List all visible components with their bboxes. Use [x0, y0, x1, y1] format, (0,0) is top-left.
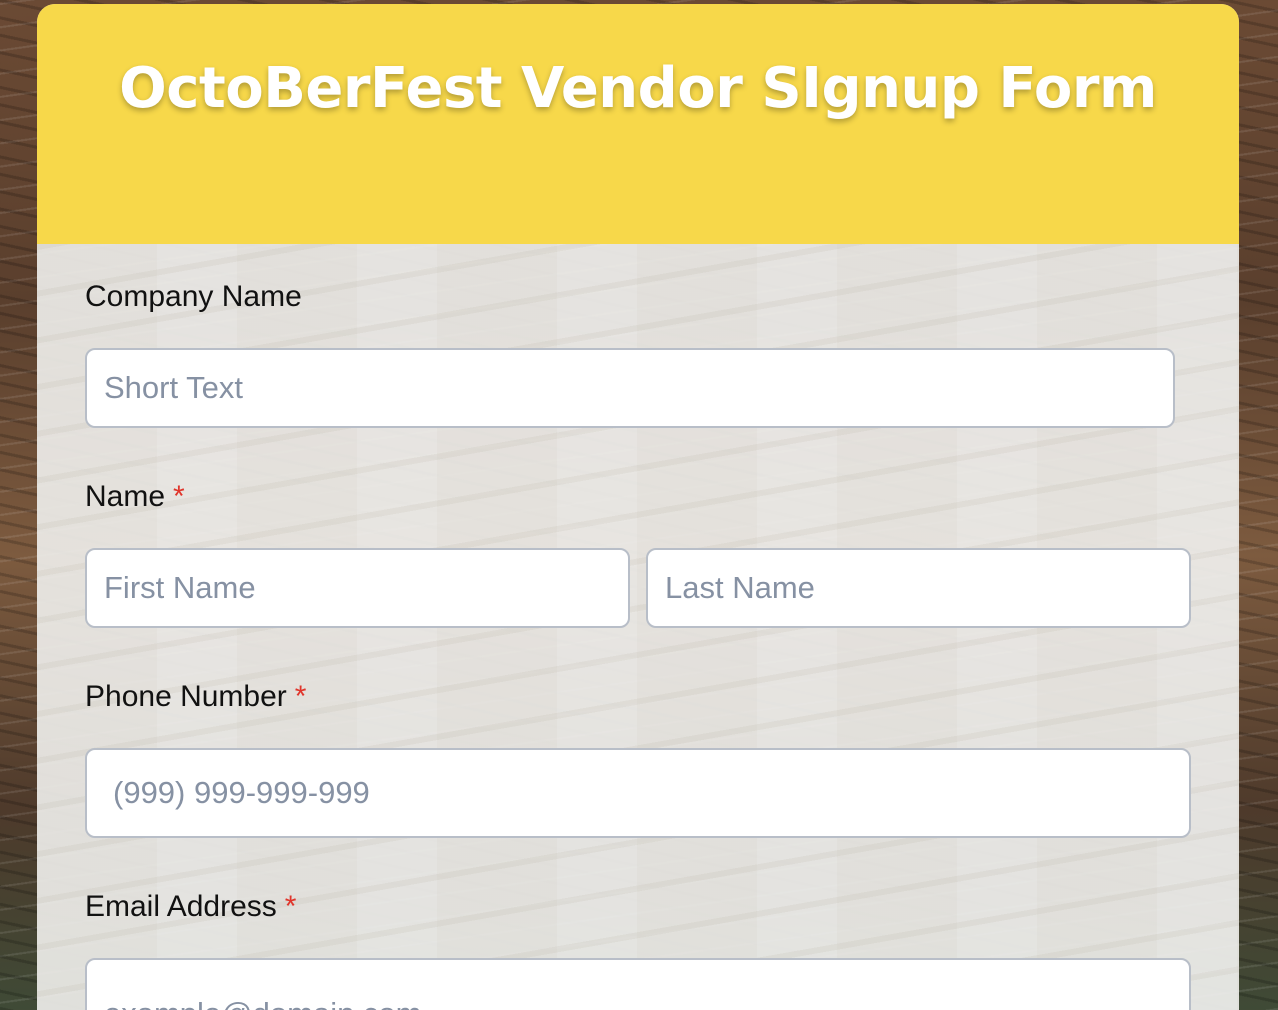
- form-card: OctoBerFest Vendor SIgnup Form Company N…: [37, 4, 1239, 1010]
- email-required-marker: *: [284, 890, 297, 923]
- phone-label-text: Phone Number: [85, 680, 287, 713]
- company-name-input[interactable]: [85, 348, 1175, 428]
- name-required-marker: *: [173, 480, 185, 513]
- email-input[interactable]: [85, 958, 1191, 1010]
- phone-label: Phone Number *: [85, 680, 306, 714]
- name-label: Name *: [85, 480, 185, 514]
- email-label-text: Email Address: [85, 890, 277, 923]
- phone-input[interactable]: [85, 748, 1191, 838]
- email-label: Email Address *: [85, 890, 296, 924]
- first-name-input[interactable]: [85, 548, 630, 628]
- last-name-input[interactable]: [646, 548, 1191, 628]
- name-label-text: Name: [85, 480, 166, 513]
- form-title: OctoBerFest Vendor SIgnup Form: [119, 56, 1157, 121]
- phone-required-marker: *: [294, 680, 307, 713]
- company-name-label: Company Name: [85, 280, 302, 314]
- form-header: OctoBerFest Vendor SIgnup Form: [37, 4, 1239, 244]
- company-name-label-text: Company Name: [85, 280, 302, 313]
